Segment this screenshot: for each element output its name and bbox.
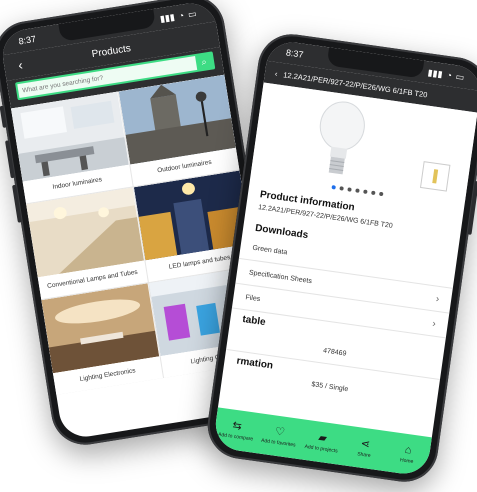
tab-home[interactable]: ⌂ Home [386, 441, 428, 467]
chevron-right-icon: › [431, 317, 437, 330]
chevron-right-icon: › [435, 293, 440, 305]
gallery-dot[interactable] [355, 188, 360, 193]
page-title: Products [90, 42, 132, 60]
status-time: 8:37 [285, 47, 305, 60]
home-icon: ⌂ [404, 443, 413, 457]
wifi-icon: ◔ [177, 10, 185, 22]
product-detail-screen: 8:37 ▮▮▮ ◔ ▭ ‹ 12.2A21/PER/927-22/P/E26/… [212, 38, 477, 478]
product-detail-phone: 8:37 ▮▮▮ ◔ ▭ ‹ 12.2A21/PER/927-22/P/E26/… [203, 29, 477, 487]
category-tile-conventional[interactable]: Conventional Lamps and Tubes [26, 187, 148, 300]
bottom-tab-bar: ⇆ Add to compare ♡ Add to favorites ▰ Ad… [212, 407, 432, 478]
volume-down-button [12, 184, 22, 223]
power-button [467, 180, 477, 235]
battery-icon: ▭ [187, 7, 198, 20]
gallery-dot[interactable] [378, 191, 384, 197]
back-arrow-icon[interactable]: ‹ [274, 69, 278, 78]
compare-icon: ⇆ [231, 419, 243, 433]
tab-favorites[interactable]: ♡ Add to favorites [258, 423, 300, 449]
back-arrow-icon[interactable]: ‹ [17, 57, 24, 72]
share-icon: ⋖ [360, 437, 371, 451]
table-value: 478469 [322, 346, 347, 358]
heart-icon: ♡ [274, 425, 286, 439]
category-tile-outdoor[interactable]: Outdoor luminaires [118, 74, 240, 187]
category-tile-indoor[interactable]: Indoor luminaires [10, 91, 133, 204]
gallery-dot[interactable] [347, 187, 352, 192]
gallery-dot[interactable] [371, 190, 376, 196]
folder-icon: ▰ [317, 431, 328, 445]
status-time: 8:37 [17, 33, 37, 47]
gallery-dot[interactable] [363, 189, 368, 195]
wifi-icon: ◔ [445, 69, 453, 81]
tab-projects[interactable]: ▰ Add to projects [301, 429, 343, 455]
tab-compare[interactable]: ⇆ Add to compare [215, 417, 257, 443]
category-tile-electronics[interactable]: Lighting Electronics [41, 283, 163, 395]
signal-icon: ▮▮▮ [159, 11, 176, 24]
tab-share[interactable]: ⋖ Share [344, 435, 386, 461]
mute-switch [0, 105, 7, 128]
gallery-dot[interactable] [331, 185, 336, 190]
search-icon[interactable]: ⌕ [195, 55, 213, 68]
gallery-dot[interactable] [339, 186, 344, 191]
battery-icon: ▭ [455, 70, 466, 82]
volume-up-button [4, 140, 15, 179]
signal-icon: ▮▮▮ [427, 66, 444, 79]
